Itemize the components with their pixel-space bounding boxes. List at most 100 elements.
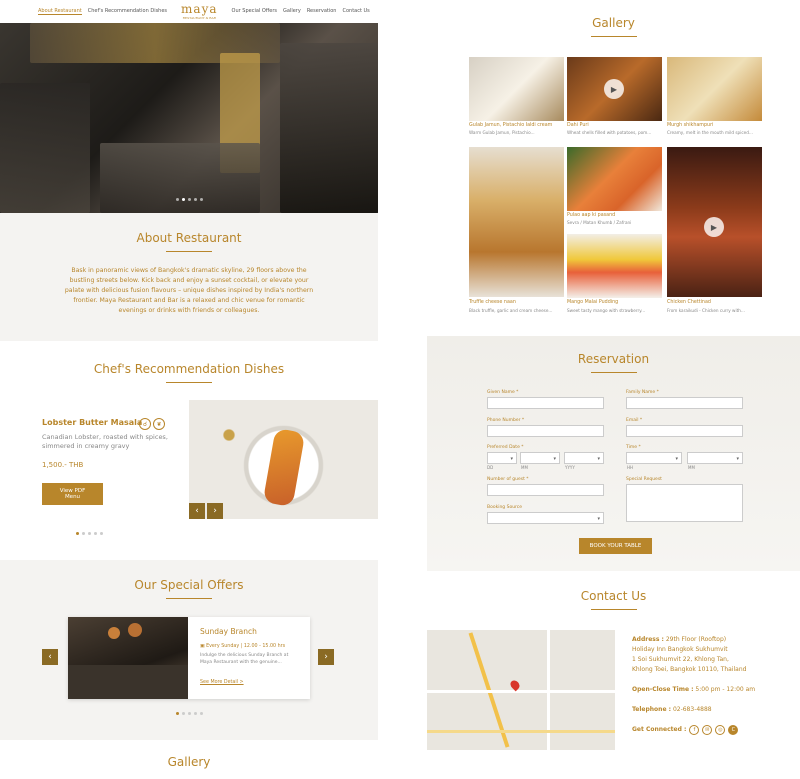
gallery-sub: Warm Gulab Jamun, Pistachio... [469,130,535,135]
email-field[interactable] [626,425,743,437]
gallery-item[interactable]: ▶ Chicken Chettinad From karaikudi - Chi… [667,147,762,317]
hero-dots[interactable] [0,198,378,201]
phone-label: Phone Number * [487,418,525,423]
nav-chef[interactable]: Chef's Recommendation Dishes [88,8,167,14]
hour-select[interactable]: ▾ [626,452,682,464]
gallery-photo [667,57,762,121]
gallery-sub: Black truffle, garlic and cream cheese..… [469,308,553,313]
dish-desc: Canadian Lobster, roasted with spices, s… [42,433,168,450]
contact-info: Address : 29th Floor (Rooftop) Holiday I… [632,635,800,735]
see-more-link[interactable]: See More Detail > [200,680,300,685]
gallery-item[interactable]: Pulao aap ki pasand Sevra / Matan Khumb … [567,147,662,227]
play-icon[interactable]: ▶ [704,217,724,237]
bar-wall [280,43,378,213]
dd-hint: DD [487,465,494,470]
gallery-item[interactable]: Murgh shikhampuri Creamy, melt in the mo… [667,57,762,137]
nav-contact[interactable]: Contact Us [342,8,369,14]
line-icon[interactable]: ✉ [702,725,713,735]
decor [209,420,249,450]
gallery-item[interactable]: ▶ Dahi Puri Wheat shells filled with pot… [567,57,662,137]
view-pdf-menu-button[interactable]: View PDF Menu [42,483,103,505]
dish-info: Lobster Butter Masala ☌ ❦ Canadian Lobst… [42,418,177,505]
gallery-photo [567,234,662,298]
offer-text: Sunday Branch ▣ Every Sunday | 12.00 - 1… [200,627,300,685]
gallery-sub: From karaikudi - Chicken curry with... [667,308,745,313]
guests-label: Number of guest * [487,477,529,482]
chope-icon[interactable]: C [728,725,739,735]
hero-slider[interactable] [0,23,378,213]
gallery-caption: Murgh shikhampuri [667,123,714,128]
booking-source-label: Booking Source [487,505,523,510]
gallery-section: Gallery Gulab Jamun, Pistachio Ialdi cre… [427,0,800,335]
family-name-field[interactable] [626,397,743,409]
nav-offers[interactable]: Our Special Offers [232,8,277,14]
map-road [427,730,615,733]
about-text: Bask in panoramic views of Bangkok's dra… [64,267,314,314]
hours-value: 5:00 pm - 12:00 am [695,686,756,693]
minute-select[interactable]: ▾ [687,452,743,464]
gallery-photo [469,147,564,297]
gallery-item[interactable]: Truffle cheese naan Black truffle, garli… [469,147,564,317]
offers-title: Our Special Offers [134,578,244,592]
gallery-sub: Wheat shells filled with potatoes, pom..… [567,130,652,135]
floor [100,143,260,213]
booking-source-select[interactable]: ▾ [487,512,604,524]
address-line: Holiday Inn Bangkok Sukhumvit [632,646,728,653]
title-divider [166,382,212,383]
seafood-icon: ☌ [139,418,151,430]
book-table-button[interactable]: BOOK YOUR TABLE [579,538,652,554]
phone-value[interactable]: 02-683-4888 [673,706,712,713]
pot [128,623,142,637]
map[interactable] [427,630,615,750]
offers-section: Our Special Offers ‹ › Sunday Branch ▣ E… [0,560,378,740]
offers-next-arrow-icon[interactable]: › [318,649,334,665]
title-divider [590,372,637,373]
chef-dots[interactable] [0,532,278,535]
next-arrow-icon[interactable]: › [207,503,223,519]
title-divider [166,598,212,599]
gallery-item[interactable]: Gulab Jamun, Pistachio Ialdi cream Warm … [469,57,564,137]
reservation-title: Reservation [577,352,650,366]
play-icon[interactable]: ▶ [604,79,624,99]
mm-hint: MM [521,465,528,470]
year-select[interactable]: ▾ [564,452,604,464]
offer-name: Sunday Branch [200,627,257,636]
dining-area [0,83,90,213]
phone-field[interactable] [487,425,604,437]
gallery-item[interactable]: Mango Malai Pudding Sweet tasty mango wi… [567,234,662,317]
title-divider [166,251,212,252]
given-name-label: Given Name * [487,390,519,395]
nav-about[interactable]: About Restaurant [38,8,82,15]
email-label: Email * [626,418,643,423]
gallery-bottom: Gallery [0,755,378,769]
family-name-label: Family Name * [626,390,659,395]
given-name-field[interactable] [487,397,604,409]
connected-label: Get Connected : [632,726,687,733]
instagram-icon[interactable]: ◎ [715,725,726,735]
gallery-sub: Sevra / Matan Khumb / Zafrani [567,220,632,225]
nav-gallery[interactable]: Gallery [283,8,301,14]
offer-card[interactable]: Sunday Branch ▣ Every Sunday | 12.00 - 1… [68,617,310,699]
dish-icons: ☌ ❦ [139,418,165,430]
offers-dots[interactable] [0,712,378,715]
month-select[interactable]: ▾ [520,452,560,464]
address-label: Address : [632,636,664,643]
gallery-sub: Creamy, melt in the mouth mild spiced... [667,130,753,135]
facebook-icon[interactable]: f [689,725,700,735]
about-section: About Restaurant Bask in panoramic views… [0,213,378,341]
address-value: 29th Floor (Rooftop) [665,636,727,643]
offers-prev-arrow-icon[interactable]: ‹ [42,649,58,665]
title-divider [590,36,637,37]
offer-when: ▣ Every Sunday | 12.00 - 15.00 hrs [200,644,286,649]
gallery-photo [567,147,662,211]
contact-section: Contact Us Address : 29th Floor (Rooftop… [427,575,800,779]
nav-reservation[interactable]: Reservation [307,8,337,14]
dish-photo: ‹ › [189,400,378,519]
logo[interactable]: maya RESTAURANT & BAR [181,2,217,20]
special-request-label: Special Request [626,477,662,482]
day-select[interactable]: ▾ [487,452,517,464]
special-request-field[interactable] [626,484,743,522]
hours-label: Open-Close Time : [632,686,694,693]
prev-arrow-icon[interactable]: ‹ [189,503,205,519]
guests-field[interactable] [487,484,604,496]
